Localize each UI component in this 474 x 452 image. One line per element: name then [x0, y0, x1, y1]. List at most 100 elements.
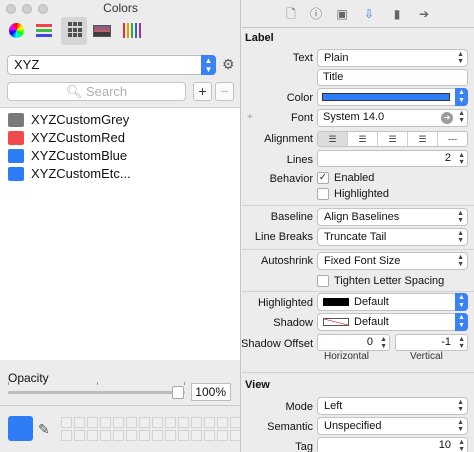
add-color-button[interactable]: + [193, 82, 212, 101]
tag-label: Tag [295, 441, 313, 452]
chevron-updown-icon: ▲ ▼ [455, 88, 468, 106]
image-palettes-mode-button[interactable] [89, 17, 115, 45]
font-field[interactable]: System 14.0 ➜ ▲ ▼ [317, 109, 468, 127]
attributes-icon[interactable]: ⇩ [362, 7, 376, 21]
chevron-updown-icon: ▲ ▼ [455, 313, 468, 331]
section-label-header: Label [245, 32, 274, 44]
semantic-popup[interactable]: Unspecified ▲ ▼ [317, 417, 468, 435]
eyedropper-icon[interactable]: ✎ [38, 421, 50, 438]
stepper-icon[interactable]: ▲ ▼ [458, 439, 465, 452]
connections-icon[interactable]: ➔ [417, 7, 431, 21]
shadow-horizontal-stepper[interactable]: 0 ▲ ▼ [317, 334, 390, 351]
file-icon[interactable]: 🗋︎ [284, 7, 298, 21]
autoshrink-popup[interactable]: Fixed Font Size ▲ ▼ [317, 252, 468, 270]
color-list-item-blue[interactable]: XYZCustomBlue [0, 147, 240, 165]
tag-value: 10 [438, 439, 451, 451]
color-popup[interactable]: ▲ ▼ [317, 88, 468, 106]
linebreaks-popup[interactable]: Truncate Tail ▲ ▼ [317, 228, 468, 246]
opacity-slider-knob[interactable] [172, 386, 184, 399]
color-sliders-mode-button[interactable] [31, 17, 57, 45]
remove-color-button[interactable]: − [215, 82, 234, 101]
divider [242, 249, 474, 250]
opacity-slider[interactable] [8, 391, 185, 394]
color-swatch [8, 167, 24, 181]
gear-icon[interactable]: ⚙ [222, 56, 235, 73]
color-swatch [8, 113, 24, 127]
slider-tick [184, 382, 185, 385]
color-list: XYZCustomGrey XYZCustomRed XYZCustomBlue… [0, 107, 240, 360]
palette-selector[interactable]: XYZ ▲ ▼ [7, 55, 216, 75]
close-window-button[interactable] [6, 4, 16, 14]
alignment-control[interactable]: ☰ ☰ ☰ ☰ --- [317, 131, 468, 147]
highlighted-color-value: Default [354, 296, 389, 308]
pencils-mode-button[interactable] [118, 17, 144, 45]
colors-panel: Colors XYZ ▲ ▼ ⚙ 🔍︎ Search + − XYZCustom… [0, 0, 241, 452]
color-palettes-mode-button[interactable] [61, 17, 87, 45]
align-right-icon[interactable]: ☰ [378, 132, 408, 146]
opacity-field[interactable]: 100% [191, 383, 231, 401]
mode-value: Left [324, 400, 343, 412]
identity-icon[interactable]: ▣ [335, 7, 349, 21]
swatch-wells[interactable] [61, 417, 240, 445]
font-value: System 14.0 [323, 111, 385, 123]
font-stepper[interactable]: ▲ ▼ [458, 110, 465, 124]
mode-label: Mode [285, 401, 313, 413]
color-label: Color [286, 92, 313, 104]
color-list-item-red[interactable]: XYZCustomRed [0, 129, 240, 147]
align-justify-icon[interactable]: ☰ [408, 132, 438, 146]
divider [242, 205, 474, 206]
tighten-label: Tighten Letter Spacing [334, 275, 445, 287]
highlighted-color-swatch [323, 298, 349, 306]
stepper-icon[interactable]: ▲ ▼ [458, 152, 465, 166]
align-center-icon[interactable]: ☰ [348, 132, 378, 146]
chevron-updown-icon: ▲ ▼ [457, 419, 464, 433]
linebreaks-label: Line Breaks [254, 231, 313, 243]
enabled-checkbox[interactable]: ✓ [317, 172, 329, 184]
lines-stepper[interactable]: 2 ▲ ▼ [317, 150, 468, 167]
color-name: XYZCustomBlue [31, 148, 128, 163]
add-variation-icon[interactable]: + [247, 112, 253, 123]
color-name: XYZCustomGrey [31, 112, 130, 127]
vertical-caption: Vertical [410, 351, 443, 362]
shadow-color-popup[interactable]: Default ▲ ▼ [317, 313, 468, 331]
alignment-label: Alignment [264, 133, 313, 145]
attributes-inspector: 🗋︎ ⓘ ▣ ⇩ ▮ ➔ Label Text Plain ▲ ▼ Title C… [242, 0, 474, 452]
text-type-popup[interactable]: Plain ▲ ▼ [317, 49, 468, 67]
align-natural-icon[interactable]: --- [438, 132, 467, 146]
stepper-icon[interactable]: ▲ ▼ [380, 336, 387, 350]
palette-selector-value: XYZ [14, 57, 40, 72]
minimize-window-button[interactable] [22, 4, 32, 14]
color-list-item-grey[interactable]: XYZCustomGrey [0, 111, 240, 129]
semantic-label: Semantic [267, 421, 313, 433]
color-list-item-etc[interactable]: XYZCustomEtc... [0, 165, 240, 183]
chevron-updown-icon: ▲ ▼ [201, 55, 216, 75]
text-type-value: Plain [324, 52, 349, 64]
stepper-icon[interactable]: ▲ ▼ [458, 336, 465, 350]
current-color-well[interactable] [8, 416, 33, 441]
highlighted-checkbox[interactable] [317, 188, 329, 200]
size-icon[interactable]: ▮ [390, 7, 404, 21]
chevron-updown-icon: ▲ ▼ [457, 230, 464, 244]
search-input[interactable]: 🔍︎ Search [7, 82, 186, 101]
linebreaks-value: Truncate Tail [324, 231, 387, 243]
chevron-updown-icon: ▲ ▼ [455, 293, 468, 311]
divider [242, 291, 474, 292]
font-picker-icon[interactable]: ➜ [441, 112, 453, 124]
title-field[interactable]: Title [317, 69, 468, 86]
shadow-vertical-stepper[interactable]: -1 ▲ ▼ [395, 334, 468, 351]
highlighted-color-popup[interactable]: Default ▲ ▼ [317, 293, 468, 311]
color-wheel-mode-button[interactable] [3, 17, 29, 45]
horizontal-caption: Horizontal [324, 351, 370, 362]
shadow-vertical-value: -1 [441, 336, 451, 348]
enabled-label: Enabled [334, 172, 375, 184]
mode-popup[interactable]: Left ▲ ▼ [317, 397, 468, 415]
divider [242, 372, 474, 373]
baseline-popup[interactable]: Align Baselines ▲ ▼ [317, 208, 468, 226]
help-icon[interactable]: ⓘ [309, 7, 323, 21]
tag-stepper[interactable]: 10 ▲ ▼ [317, 437, 468, 452]
color-preview [322, 93, 450, 101]
align-left-icon[interactable]: ☰ [318, 132, 348, 146]
zoom-window-button[interactable] [38, 4, 48, 14]
tighten-checkbox[interactable] [317, 275, 329, 287]
highlighted-checkbox-label: Highlighted [334, 188, 390, 200]
